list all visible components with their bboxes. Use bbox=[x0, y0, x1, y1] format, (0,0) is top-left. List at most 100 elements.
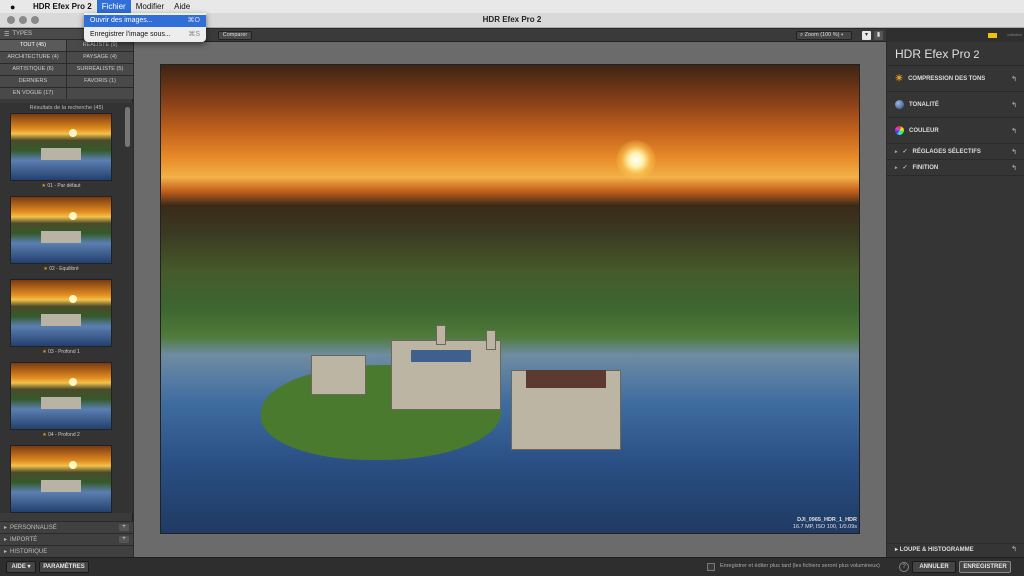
cancel-button[interactable]: ANNULER bbox=[912, 561, 956, 573]
add-icon[interactable]: + bbox=[119, 524, 129, 531]
magnifier-icon: ⌕ bbox=[800, 32, 804, 38]
section-historique[interactable]: ▸ HISTORIQUE bbox=[0, 545, 133, 557]
star-icon[interactable]: ★ bbox=[42, 432, 46, 438]
star-icon[interactable]: ★ bbox=[42, 183, 46, 189]
image-meta: 16.7 MP, ISO 100, 1/0.09s bbox=[792, 524, 857, 530]
section-importe[interactable]: ▸ IMPORTÉ + bbox=[0, 533, 133, 545]
preset-item[interactable]: ★ 04 - Profond 2 bbox=[10, 362, 112, 440]
section-color[interactable]: COULEUR ↰ bbox=[887, 118, 1024, 144]
section-title: COULEUR bbox=[909, 127, 939, 134]
preset-thumbnail[interactable] bbox=[10, 362, 112, 430]
right-top-strip: collection bbox=[887, 29, 1024, 42]
preset-thumbnail[interactable] bbox=[10, 196, 112, 264]
nik-logo-icon bbox=[988, 33, 997, 38]
section-finishing[interactable]: ▸ ✓ FINITION ↰ bbox=[887, 160, 1024, 176]
zoom-select[interactable]: ⌕ Zoom (100 %) ▾ bbox=[796, 31, 852, 40]
help-question-icon[interactable]: ? bbox=[899, 562, 909, 572]
help-button[interactable]: AIDE ▾ bbox=[6, 561, 36, 573]
reset-arrow-icon[interactable]: ↰ bbox=[1011, 544, 1017, 556]
expand-triangle-icon: ▸ bbox=[895, 547, 899, 553]
menu-bar: ● HDR Efex Pro 2 Fichier Modifier Aide bbox=[0, 0, 1024, 13]
preset-name: 02 - Equilibré bbox=[49, 266, 79, 272]
section-loupe-histogram[interactable]: ▸ LOUPE & HISTOGRAMME ↰ bbox=[887, 543, 1024, 555]
preset-results: Résultats de la recherche (45) ★ 01 - Pa… bbox=[0, 103, 133, 513]
preset-name: 04 - Profond 2 bbox=[48, 432, 80, 438]
bottom-bar: AIDE ▾ PARAMÈTRES Enregistrer et éditer … bbox=[0, 557, 1024, 576]
expand-triangle-icon[interactable]: ▸ bbox=[895, 149, 898, 155]
section-label: PERSONNALISÉ bbox=[10, 524, 57, 531]
section-title: TONALITÉ bbox=[909, 101, 939, 108]
filter-tout[interactable]: TOUT (45) bbox=[0, 40, 66, 51]
save-later-checkbox[interactable] bbox=[707, 563, 715, 571]
filter-empty bbox=[67, 88, 133, 99]
preview-image[interactable]: DJI_0965_HDR_1_HDR 16.7 MP, ISO 100, 1/0… bbox=[160, 64, 860, 534]
section-title: LOUPE & HISTOGRAMME bbox=[899, 547, 974, 553]
compare-button[interactable]: Comparer bbox=[218, 31, 252, 40]
settings-button[interactable]: PARAMÈTRES bbox=[39, 561, 89, 573]
menu-modifier[interactable]: Modifier bbox=[131, 0, 169, 13]
menu-fichier[interactable]: Fichier bbox=[96, 0, 131, 13]
preset-thumbnail[interactable] bbox=[10, 113, 112, 181]
reset-arrow-icon[interactable]: ↰ bbox=[1011, 127, 1017, 135]
filter-surrealiste[interactable]: SURRÉALISTE (5) bbox=[67, 64, 133, 75]
collapse-arrow-icon: ▸ bbox=[4, 537, 8, 543]
preset-item[interactable] bbox=[10, 445, 112, 513]
reset-arrow-icon[interactable]: ↰ bbox=[1011, 148, 1017, 156]
color-wheel-icon bbox=[895, 126, 904, 135]
save-button[interactable]: ENREGISTRER bbox=[959, 561, 1011, 573]
product-name: HDR Efex Pro bbox=[895, 47, 971, 61]
filter-en-vogue[interactable]: EN VOGUE (17) bbox=[0, 88, 66, 99]
save-later-label: Enregistrer et éditer plus tard (les fic… bbox=[720, 563, 880, 569]
menu-aide[interactable]: Aide bbox=[169, 0, 195, 13]
sun-glow bbox=[616, 140, 656, 180]
checkmark-icon[interactable]: ✓ bbox=[903, 164, 908, 171]
section-personnalise[interactable]: ▸ PERSONNALISÉ + bbox=[0, 521, 133, 533]
section-tonality[interactable]: TONALITÉ ↰ bbox=[887, 92, 1024, 118]
file-menu-dropdown: Ouvrir des images... ⌘O Enregistrer l'im… bbox=[84, 13, 206, 42]
preset-item[interactable]: ★ 02 - Equilibré bbox=[10, 196, 112, 274]
menu-item-shortcut: ⌘S bbox=[188, 31, 200, 38]
panel-toggle-icon[interactable]: ▮ bbox=[874, 31, 883, 40]
expand-triangle-icon[interactable]: ▸ bbox=[895, 165, 898, 171]
reset-arrow-icon[interactable]: ↰ bbox=[1011, 101, 1017, 109]
background-color-icon[interactable]: ▾ bbox=[862, 31, 871, 40]
help-label: AIDE bbox=[11, 564, 26, 570]
filter-derniers[interactable]: DERNIERS bbox=[0, 76, 66, 87]
product-version: 2 bbox=[973, 49, 980, 61]
menu-item-save-as[interactable]: Enregistrer l'image sous... ⌘S bbox=[84, 29, 206, 41]
product-title: HDR Efex Pro 2 bbox=[887, 42, 1024, 66]
adjustments-panel: collection HDR Efex Pro 2 ☀ COMPRESSION D… bbox=[887, 29, 1024, 557]
preset-label: ★ 03 - Profond 1 bbox=[10, 347, 112, 357]
preset-item[interactable]: ★ 01 - Par défaut bbox=[10, 113, 112, 191]
section-tone-compression[interactable]: ☀ COMPRESSION DES TONS ↰ bbox=[887, 66, 1024, 92]
menu-item-open-images[interactable]: Ouvrir des images... ⌘O bbox=[84, 15, 206, 27]
results-scrollbar[interactable] bbox=[125, 107, 130, 147]
filter-artistique[interactable]: ARTISTIQUE (6) bbox=[0, 64, 66, 75]
filter-favoris[interactable]: FAVORIS (1) bbox=[67, 76, 133, 87]
section-label: IMPORTÉ bbox=[10, 536, 38, 543]
reset-arrow-icon[interactable]: ↰ bbox=[1011, 164, 1017, 172]
menu-item-shortcut: ⌘O bbox=[187, 17, 200, 24]
filter-architecture[interactable]: ARCHITECTURE (4) bbox=[0, 52, 66, 63]
preset-item[interactable]: ★ 03 - Profond 1 bbox=[10, 279, 112, 357]
chevron-down-icon: ▾ bbox=[27, 564, 31, 570]
left-footer: ▸ PERSONNALISÉ + ▸ IMPORTÉ + ▸ HISTORIQU… bbox=[0, 521, 133, 557]
checkmark-icon[interactable]: ✓ bbox=[903, 148, 908, 155]
star-icon[interactable]: ★ bbox=[42, 349, 46, 355]
filter-paysage[interactable]: PAYSAGE (4) bbox=[67, 52, 133, 63]
apple-icon[interactable]: ● bbox=[10, 2, 20, 12]
menu-item-label: Enregistrer l'image sous... bbox=[90, 31, 171, 38]
preset-thumbnail[interactable] bbox=[10, 445, 112, 513]
chevron-down-icon: ▾ bbox=[841, 32, 844, 38]
star-icon[interactable]: ★ bbox=[43, 266, 47, 272]
app-menu[interactable]: HDR Efex Pro 2 bbox=[28, 0, 97, 13]
view-toolbar: Comparer ⌕ Zoom (100 %) ▾ ▾ ▮ bbox=[134, 29, 886, 42]
section-selective[interactable]: ▸ ✓ RÉGLAGES SÉLECTIFS ↰ bbox=[887, 144, 1024, 160]
preset-name: 01 - Par défaut bbox=[47, 183, 81, 189]
preset-label: ★ 01 - Par défaut bbox=[10, 181, 112, 191]
preset-name: 03 - Profond 1 bbox=[48, 349, 80, 355]
reset-arrow-icon[interactable]: ↰ bbox=[1011, 75, 1017, 83]
section-title: COMPRESSION DES TONS bbox=[908, 75, 986, 82]
preset-thumbnail[interactable] bbox=[10, 279, 112, 347]
add-icon[interactable]: + bbox=[119, 536, 129, 543]
